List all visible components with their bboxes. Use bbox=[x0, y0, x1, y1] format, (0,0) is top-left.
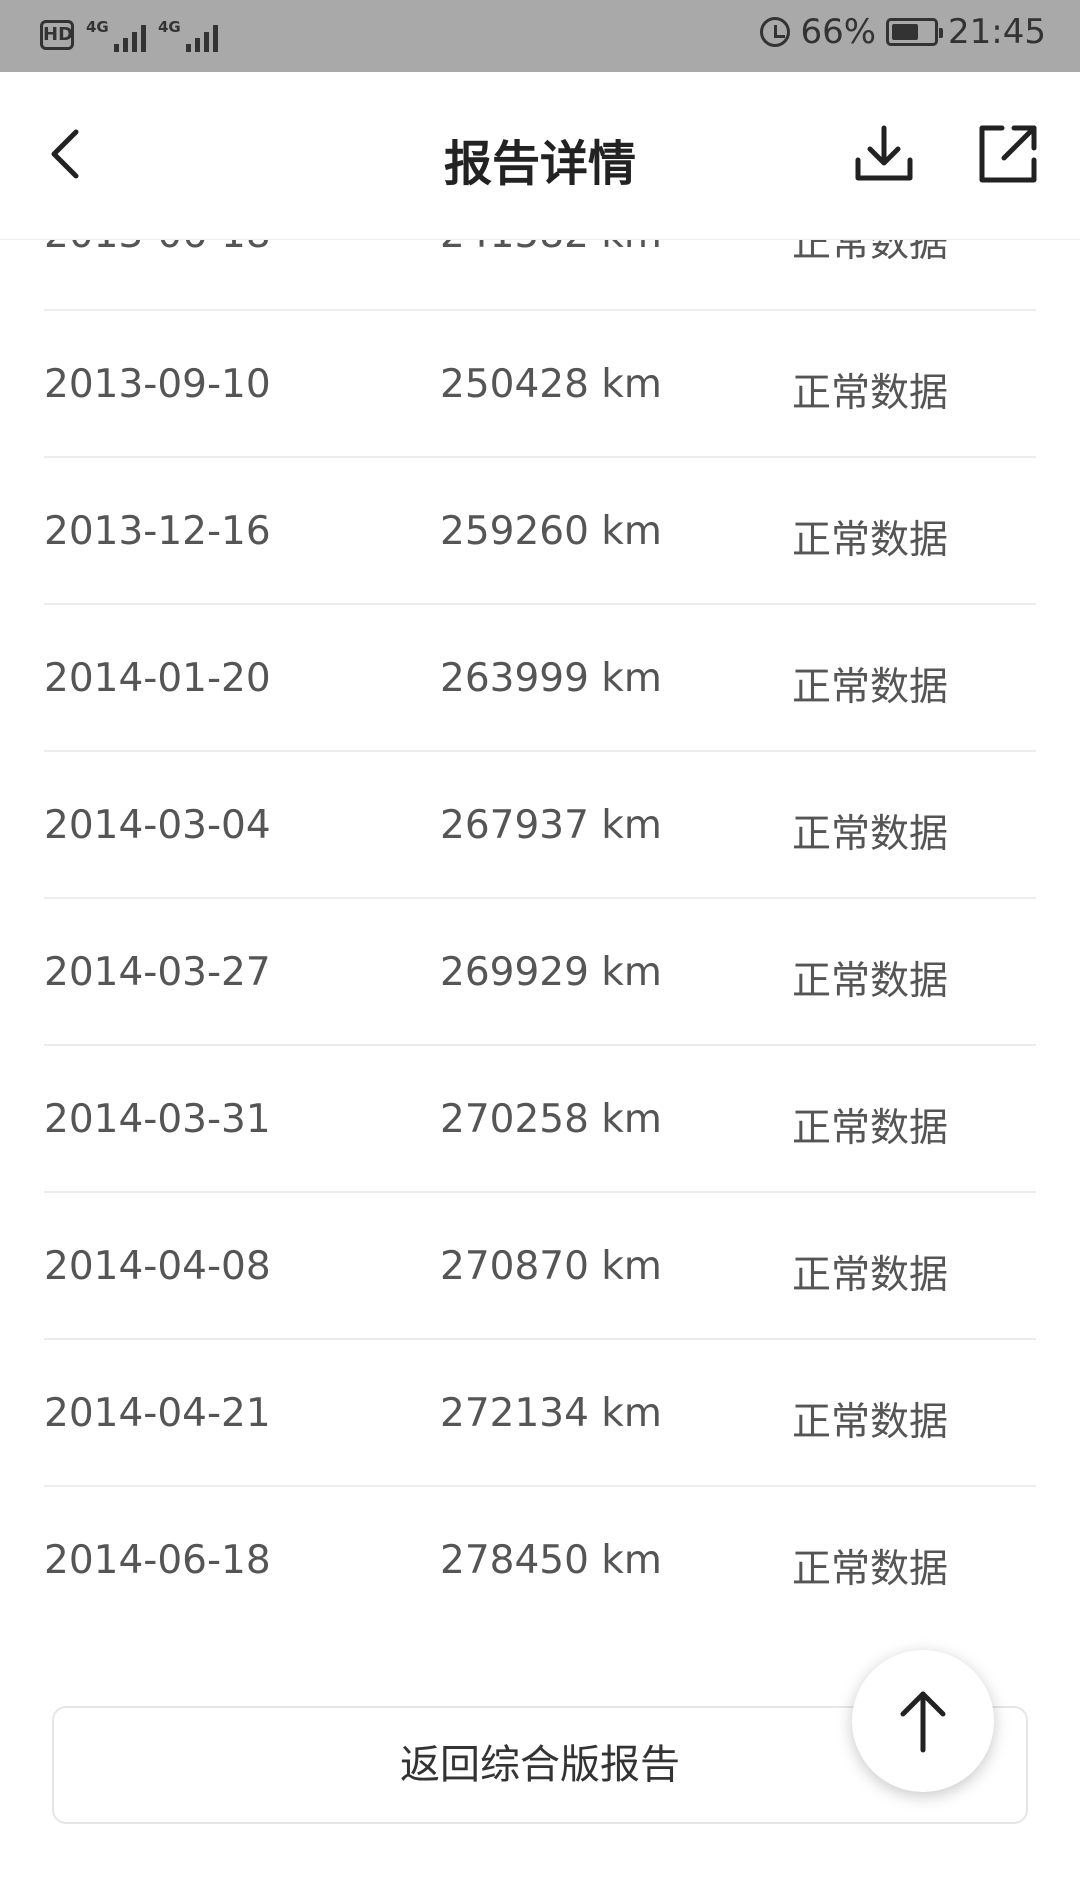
status-left: HD 4G 4G bbox=[40, 18, 218, 52]
record-mileage: 259260 km bbox=[440, 509, 662, 554]
record-row: 2014-04-08 270870 km 正常数据 bbox=[44, 1193, 1036, 1340]
record-mileage: 267937 km bbox=[440, 803, 662, 848]
record-date: 2013-06-18 bbox=[44, 240, 271, 257]
record-date: 2014-04-08 bbox=[44, 1244, 271, 1289]
record-date: 2013-09-10 bbox=[44, 362, 271, 407]
record-date: 2014-03-04 bbox=[44, 803, 271, 848]
record-mileage: 241582 km bbox=[440, 240, 662, 257]
record-row: 2013-06-18 241582 km 正常数据 bbox=[44, 240, 1036, 311]
status-right: 66% 21:45 bbox=[760, 12, 1046, 52]
record-date: 2014-06-18 bbox=[44, 1538, 271, 1583]
record-status: 正常数据 bbox=[792, 1253, 949, 1298]
record-row: 2014-01-20 263999 km 正常数据 bbox=[44, 605, 1036, 752]
record-mileage: 263999 km bbox=[440, 656, 662, 701]
record-row: 2014-03-31 270258 km 正常数据 bbox=[44, 1046, 1036, 1193]
status-bar: HD 4G 4G 66% 21:45 bbox=[0, 0, 1080, 72]
record-mileage: 270870 km bbox=[440, 1244, 662, 1289]
record-mileage: 269929 km bbox=[440, 950, 662, 995]
network-type: 4G bbox=[158, 18, 181, 36]
record-date: 2014-04-21 bbox=[44, 1391, 271, 1436]
alarm-icon bbox=[760, 17, 791, 47]
download-icon bbox=[855, 125, 913, 181]
record-row: 2014-04-21 272134 km 正常数据 bbox=[44, 1340, 1036, 1487]
record-status: 正常数据 bbox=[792, 1106, 949, 1151]
record-mileage: 272134 km bbox=[440, 1391, 662, 1436]
external-link-icon bbox=[979, 125, 1037, 183]
record-status: 正常数据 bbox=[792, 959, 949, 1004]
record-status: 正常数据 bbox=[792, 665, 949, 710]
record-row: 2013-09-10 250428 km 正常数据 bbox=[44, 311, 1036, 458]
scroll-to-top-button[interactable] bbox=[852, 1650, 994, 1792]
record-mileage: 250428 km bbox=[440, 362, 662, 407]
record-date: 2014-03-27 bbox=[44, 950, 271, 995]
battery-percent: 66% bbox=[800, 12, 877, 52]
record-mileage: 270258 km bbox=[440, 1097, 662, 1142]
share-button[interactable] bbox=[976, 122, 1040, 186]
arrow-up-icon bbox=[900, 1691, 946, 1753]
record-status: 正常数据 bbox=[792, 1547, 949, 1592]
record-date: 2013-12-16 bbox=[44, 509, 271, 554]
record-row: 2014-03-04 267937 km 正常数据 bbox=[44, 752, 1036, 899]
download-button[interactable] bbox=[852, 122, 916, 186]
record-mileage: 278450 km bbox=[440, 1538, 662, 1583]
signal-icon: 4G bbox=[86, 18, 146, 52]
record-row: 2014-03-27 269929 km 正常数据 bbox=[44, 899, 1036, 1046]
record-date: 2014-01-20 bbox=[44, 656, 271, 701]
clock: 21:45 bbox=[948, 12, 1046, 52]
record-status: 正常数据 bbox=[792, 518, 949, 563]
record-status: 正常数据 bbox=[792, 812, 949, 857]
record-row: 2013-12-16 259260 km 正常数据 bbox=[44, 458, 1036, 605]
app-header: 报告详情 bbox=[0, 72, 1080, 240]
network-type: 4G bbox=[86, 18, 109, 36]
page-title: 报告详情 bbox=[443, 136, 636, 192]
signal-icon: 4G bbox=[158, 18, 218, 52]
battery-icon bbox=[886, 18, 944, 46]
record-status: 正常数据 bbox=[792, 240, 949, 266]
records-list: 2013-06-18 241582 km 正常数据 2013-09-10 250… bbox=[0, 240, 1080, 1634]
record-status: 正常数据 bbox=[792, 371, 949, 416]
record-row: 2014-06-18 278450 km 正常数据 bbox=[44, 1487, 1036, 1634]
hd-badge: HD bbox=[40, 20, 74, 50]
record-status: 正常数据 bbox=[792, 1400, 949, 1445]
record-date: 2014-03-31 bbox=[44, 1097, 271, 1142]
